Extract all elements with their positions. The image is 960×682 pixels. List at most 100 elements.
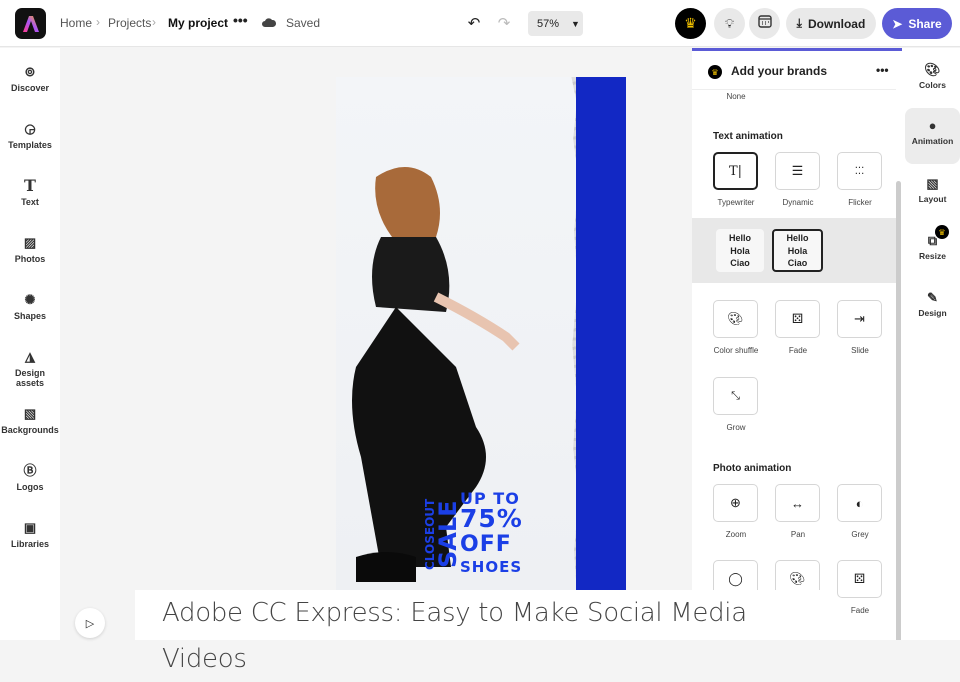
fade-icon: ⚄ [853,571,866,586]
sidebar-item-text[interactable]: T Text [0,178,60,208]
lightbulb-icon: 💡︎ [724,15,735,31]
rail-label: Animation [911,136,954,146]
premium-crown-icon: ♛ [935,225,949,239]
more-icon[interactable]: ••• [233,12,248,28]
send-icon: ➤ [892,16,903,31]
sidebar-label: Logos [16,482,44,492]
resize-icon: ⧉ [927,233,938,248]
breadcrumb-home[interactable]: Home [60,16,92,30]
left-sidebar: ⊚ Discover ◶ Templates T Text ▨ Photos ✺ Shap… [0,48,60,640]
rail-item-animation[interactable]: ● Animation [905,108,960,164]
top-bar: Home › Projects › My project ••• Saved ↶… [0,0,960,47]
sidebar-item-logos[interactable]: Ⓑ Logos [0,463,60,492]
sidebar-item-photos[interactable]: ▨ Photos [0,235,60,264]
sidebar-item-design-assets[interactable]: ◮ Design assets [0,349,60,388]
dynamic-icon: ☰ [791,163,804,178]
anim-label: Color shuffle [713,346,759,355]
rail-label: Colors [919,80,946,90]
anim-grey[interactable]: ◐ [837,484,882,522]
fade-icon: ⚄ [791,311,804,326]
panel-title: Add your brands [731,64,828,78]
backgrounds-icon: ▧ [23,406,37,421]
anim-color-shuffle[interactable]: 🎨︎ [713,300,758,338]
anim-grow[interactable]: ⤡ [713,377,758,415]
palette-icon: 🎨︎ [789,571,806,586]
zoom-in-icon: ⊕ [730,495,741,510]
anim-typewriter[interactable]: T| [713,152,758,190]
cloud-icon [261,14,277,30]
palette-icon: 🎨︎ [924,62,941,77]
download-label: Download [807,16,866,31]
text-animation-heading: Text animation [713,131,783,142]
rail-label: Layout [918,194,947,204]
ideas-button[interactable]: 💡︎ [714,8,745,39]
variant-option-selected[interactable]: Hello Hola Ciao [772,229,823,272]
anim-photo-fade[interactable]: ⚄ [837,560,882,598]
premium-crown-button[interactable]: ♛ [675,8,706,39]
chevron-down-icon: ▼ [571,18,580,29]
anim-fade[interactable]: ⚄ [775,300,820,338]
promo-75: 75% [460,504,523,533]
sidebar-item-shapes[interactable]: ✺ Shapes [0,292,60,321]
animation-icon: ● [928,118,937,133]
download-icon: ⤓ [796,16,802,30]
caption-overlay: Adobe CC Express: Easy to Make Social Me… [135,590,825,674]
rail-item-colors[interactable]: 🎨︎ Colors [905,62,960,90]
sidebar-label: Libraries [10,539,50,549]
promo-sale: SALE [434,500,462,568]
undo-icon[interactable]: ↶ [465,14,483,32]
photo-animation-heading: Photo animation [713,463,792,474]
share-label: Share [908,16,942,31]
photo-icon: ▨ [23,235,37,250]
anim-pan[interactable]: ↔ [775,484,820,522]
variant-option[interactable]: Hello Hola Ciao [716,229,764,272]
zoom-value: 57% [537,17,560,30]
magic-wand-icon: ✎ [927,290,938,305]
panel-scrollbar[interactable] [896,181,901,640]
templates-icon: ◶ [24,121,36,136]
anim-label: Dynamic [782,198,814,207]
rail-item-resize[interactable]: ⧉ Resize [905,233,960,261]
rail-label: Resize [919,251,946,261]
adobe-express-logo[interactable] [15,8,46,39]
promo-off: OFF [460,532,512,557]
anim-flicker[interactable]: ⁚⁚⁚ [837,152,882,190]
palette-icon: 🎨︎ [727,311,744,326]
anim-label: Fade [788,346,808,355]
more-icon[interactable]: ••• [876,63,889,77]
drop-icon: ◯ [728,571,743,586]
rail-label: Design [918,308,947,318]
sidebar-item-backgrounds[interactable]: ▧ Backgrounds [0,406,60,435]
anim-label: Typewriter [717,198,755,207]
sidebar-item-discover[interactable]: ⊚ Discover [0,64,60,93]
redo-icon[interactable]: ↷ [495,14,513,32]
sidebar-label: Photos [14,254,46,264]
anim-label: Grow [726,423,746,432]
breadcrumb-separator: › [96,15,100,29]
sidebar-item-libraries[interactable]: ▣ Libraries [0,520,60,549]
anim-label: Zoom [725,530,747,539]
play-button[interactable]: ▷ [75,608,105,638]
breadcrumb-projects[interactable]: Projects [108,16,151,30]
design-canvas[interactable]: CLOSEOUT SALE UP TO 75% OFF SHOES [336,77,626,592]
sidebar-label: Text [21,197,39,207]
share-button[interactable]: ➤ Share [882,8,952,39]
pan-arrows-icon: ↔ [791,495,804,511]
breadcrumb-current[interactable]: My project [168,16,228,30]
typewriter-icon: T| [728,163,743,179]
anim-slide[interactable]: ⇥ [837,300,882,338]
download-button[interactable]: ⤓ Download [786,8,876,39]
sidebar-item-templates[interactable]: ◶ Templates [0,121,60,150]
anim-label: Slide [851,346,869,355]
calendar-icon [757,14,772,33]
library-icon: ▣ [23,520,37,535]
anim-dynamic[interactable]: ☰ [775,152,820,190]
anim-zoom[interactable]: ⊕ [713,484,758,522]
contrast-icon: ◐ [855,495,864,511]
sidebar-label: Discover [10,83,50,93]
zoom-select[interactable]: 57% ▼ [528,11,583,36]
rail-item-design[interactable]: ✎ Design [905,290,960,318]
rail-item-layout[interactable]: ▧ Layout [905,176,960,204]
schedule-button[interactable] [749,8,780,39]
compass-icon: ⊚ [24,64,36,79]
